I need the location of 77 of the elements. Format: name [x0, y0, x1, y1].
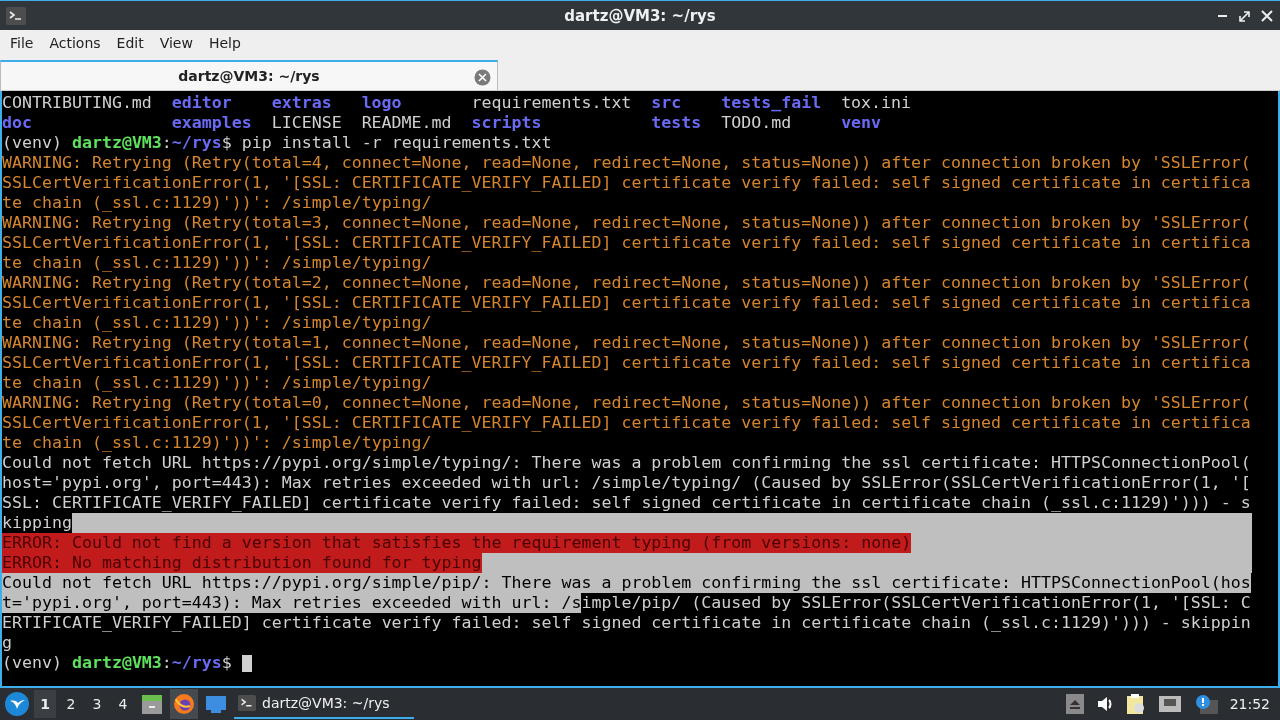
output-text: $ pip install -r requirements.txt: [221, 133, 552, 153]
directory-name: scripts: [471, 113, 542, 132]
selected-text: t='pypi.org', port=443): Max retries exceeded with url: /s: [2, 593, 582, 613]
terminal-icon: [6, 5, 26, 26]
file-name: README.md: [361, 113, 452, 132]
clock[interactable]: 21:52: [1229, 696, 1270, 712]
directory-name: logo: [361, 93, 402, 112]
warning-text: te chain (_ssl.c:1129)'))': /simple/typing/: [2, 373, 432, 393]
warning-text: te chain (_ssl.c:1129)'))': /simple/typing/: [2, 193, 432, 213]
maximize-icon[interactable]: [1238, 8, 1252, 23]
output-text: ERTIFICATE_VERIFY_FAILED] certificate verify failed: self signed certificate in certificate chain (_ssl.c:1129)'))) - skippin: [2, 613, 1251, 633]
error-text: ERROR: Could not find a version that satisfies the requirement typing (from versions: none): [2, 533, 912, 553]
warning-text: te chain (_ssl.c:1129)'))': /simple/typing/: [2, 313, 432, 333]
prompt-user: dartz@VM3: [71, 653, 162, 673]
window-title: dartz@VM3: ~/rys: [564, 6, 716, 25]
warning-text: SSLCertVerificationError(1, '[SSL: CERTIFICATE_VERIFY_FAILED] certificate verify failed: self signed certificate in certifica: [2, 293, 1251, 313]
eject-icon[interactable]: [1065, 694, 1084, 714]
output-text: kipping: [2, 513, 72, 533]
directory-name: venv: [841, 113, 882, 132]
notification-icon[interactable]: [1193, 694, 1218, 714]
terminal-icon: [238, 694, 256, 712]
workspace-button[interactable]: 1: [34, 690, 56, 718]
terminal-tab[interactable]: dartz@VM3: ~/rys: [0, 60, 498, 90]
file-name: tox.ini: [841, 93, 912, 112]
menu-item[interactable]: Edit: [108, 35, 152, 51]
directory-name: src: [651, 93, 682, 112]
output-text: $: [221, 653, 233, 673]
directory-name: examples: [171, 113, 252, 132]
output-text: (venv): [2, 133, 63, 153]
prompt-path: ~/rys: [171, 133, 222, 153]
menu-item[interactable]: View: [151, 35, 201, 51]
file-name: requirements.txt: [471, 93, 632, 112]
warning-text: SSLCertVerificationError(1, '[SSL: CERTIFICATE_VERIFY_FAILED] certificate verify failed: self signed certificate in certifica: [2, 233, 1251, 253]
menu-item[interactable]: Actions: [41, 35, 109, 51]
volume-icon[interactable]: [1095, 695, 1114, 713]
prompt-path: ~/rys: [171, 653, 222, 673]
warning-text: te chain (_ssl.c:1129)'))': /simple/typing/: [2, 433, 432, 453]
menu-item[interactable]: Help: [200, 35, 249, 51]
output-text: imple/pip/ (Caused by SSLError(SSLCertVerificationError(1, '[SSL: C: [581, 593, 1251, 613]
file-name: TODO.md: [721, 113, 792, 132]
output-text: :: [161, 653, 172, 673]
directory-name: tests: [651, 113, 702, 132]
directory-name: tests_fail: [721, 93, 822, 112]
warning-text: WARNING: Retrying (Retry(total=4, connect=None, read=None, redirect=None, status=None)) after connection broken by 'SSLError(: [2, 153, 1251, 173]
warning-text: SSLCertVerificationError(1, '[SSL: CERTIFICATE_VERIFY_FAILED] certificate verify failed: self signed certificate in certifica: [2, 173, 1251, 193]
terminal-area[interactable]: [0, 91, 1280, 686]
warning-text: SSLCertVerificationError(1, '[SSL: CERTIFICATE_VERIFY_FAILED] certificate verify failed: self signed certificate in certifica: [2, 353, 1251, 373]
error-text: ERROR: No matching distribution found for typing: [2, 553, 482, 573]
warning-text: te chain (_ssl.c:1129)'))': /simple/typing/: [2, 253, 432, 273]
output-text: (venv): [2, 653, 63, 673]
output-text: host='pypi.org', port=443): Max retries exceeded with url: /simple/typing/ (Caused by SSLError(SSLCertVerificationError(1, '[: [2, 473, 1251, 493]
selected-text: Could not fetch URL https://pypi.org/simple/pip/: There was a problem confirming the ssl certificate: HTTPSConnectionPool(hos: [2, 573, 1251, 593]
directory-name: editor: [171, 93, 232, 112]
warning-text: WARNING: Retrying (Retry(total=0, connect=None, read=None, redirect=None, status=None)) after connection broken by 'SSLError(: [2, 393, 1251, 413]
output-text: g: [2, 633, 12, 653]
menu-item[interactable]: File: [2, 35, 42, 51]
output-text: SSL: CERTIFICATE_VERIFY_FAILED] certificate verify failed: self signed certificate in certificate chain (_ssl.c:1129)'))) - s: [2, 493, 1251, 513]
close-icon[interactable]: [1260, 8, 1274, 23]
prompt-user: dartz@VM3: [71, 133, 162, 153]
warning-text: WARNING: Retrying (Retry(total=3, connect=None, read=None, redirect=None, status=None)) after connection broken by 'SSLError(: [2, 213, 1251, 233]
file-name: LICENSE: [271, 113, 342, 132]
warning-text: WARNING: Retrying (Retry(total=2, connect=None, read=None, redirect=None, status=None)) after connection broken by 'SSLError(: [2, 273, 1251, 293]
task-button[interactable]: dartz@VM3: ~/rys: [234, 689, 414, 719]
warning-text: SSLCertVerificationError(1, '[SSL: CERTIFICATE_VERIFY_FAILED] certificate verify failed: self signed certificate in certifica: [2, 413, 1251, 433]
workspace-button[interactable]: 3: [86, 690, 108, 718]
clipboard-icon[interactable]: [1125, 693, 1146, 715]
workspace-button[interactable]: 4: [112, 690, 134, 718]
warning-text: WARNING: Retrying (Retry(total=1, connect=None, read=None, redirect=None, status=None)) after connection broken by 'SSLError(: [2, 333, 1251, 353]
browser-icon[interactable]: [170, 689, 198, 719]
start-menu-icon[interactable]: [4, 691, 30, 717]
directory-name: doc: [2, 113, 32, 132]
output-text: Could not fetch URL https://pypi.org/simple/typing/: There was a problem confirming the ssl certificate: HTTPSConnectionPool(: [2, 453, 1251, 473]
output-text: :: [161, 133, 172, 153]
directory-name: extras: [271, 93, 332, 112]
network-icon[interactable]: [1157, 695, 1182, 713]
workspace-button[interactable]: 2: [60, 690, 82, 718]
file-name: CONTRIBUTING.md: [2, 93, 152, 112]
